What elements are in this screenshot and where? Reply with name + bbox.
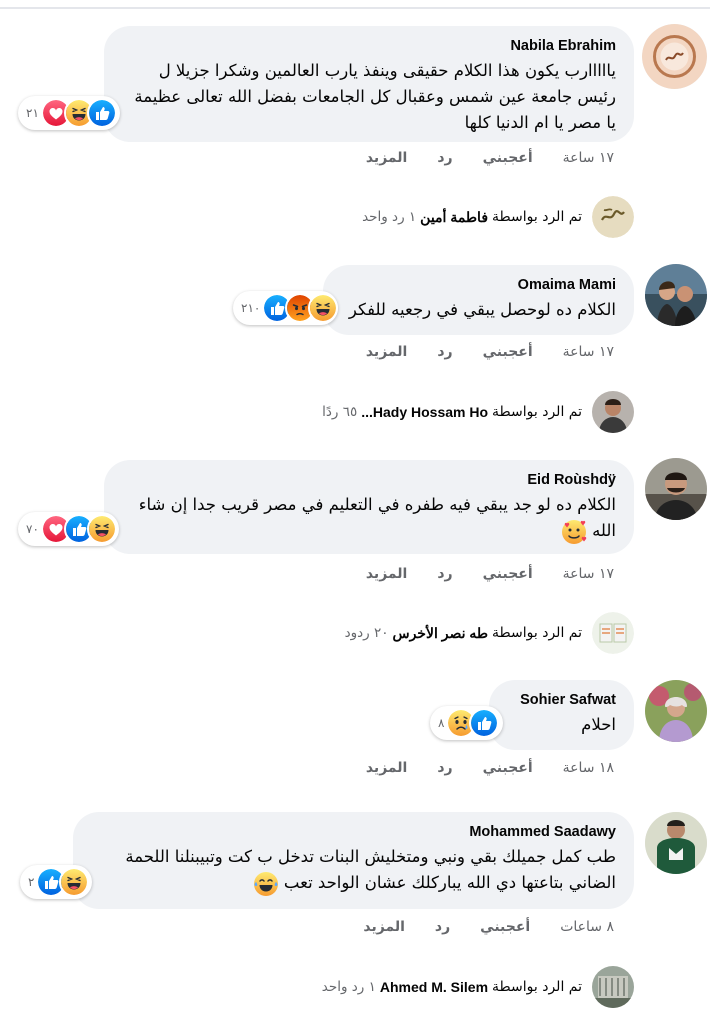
face-with-tears-of-joy-icon	[253, 871, 279, 897]
view-replies[interactable]: تم الرد بواسطة Ahmed M. Silem ١ رد واحد	[322, 966, 634, 1008]
comment-author[interactable]: Omaima Mami	[341, 275, 616, 295]
like-icon	[86, 98, 117, 128]
view-replies[interactable]: تم الرد بواسطة طه نصر الأخرس ٢٠ ردود	[345, 612, 634, 654]
smiling-face-with-hearts-icon	[561, 519, 587, 545]
comment-time[interactable]: ١٧ ساعة	[563, 566, 614, 582]
comment-text: احلام	[507, 712, 616, 738]
reaction-count: ٢١٠	[241, 301, 261, 315]
reply-button[interactable]: رد	[437, 760, 452, 776]
comment-line-with-emoji: الله	[122, 518, 616, 545]
reply-count: ١ رد واحد	[321, 979, 376, 995]
reply-button[interactable]: رد	[437, 566, 452, 582]
replied-by-label: تم الرد بواسطة	[492, 979, 582, 995]
view-replies[interactable]: تم الرد بواسطة فاطمة أمين ١ رد واحد	[362, 196, 634, 238]
haha-icon	[86, 514, 117, 544]
comment-text: يااااارب يكون هذا الكلام حقيقى وينفذ يار…	[122, 58, 616, 136]
avatar[interactable]	[645, 264, 707, 326]
comment-author[interactable]: Eid Roùshdÿ	[122, 470, 616, 490]
comment-bubble: Sohier Safwat احلام	[489, 680, 634, 750]
reply-author: Ahmed M. Silem	[379, 979, 489, 995]
comment-actions: ١٧ ساعة أعجبني رد المزيد	[366, 566, 614, 582]
reply-avatar	[592, 196, 634, 238]
like-button[interactable]: أعجبني	[483, 344, 533, 360]
comment-bubble: Mohammed Saadawy طب كمل جميلك بقي ونبي و…	[73, 812, 634, 909]
comment-line: الكلام ده لوحصل يبقي في رجعيه للفكر	[348, 300, 616, 319]
reply-author: طه نصر الأخرس	[392, 624, 489, 641]
avatar[interactable]	[645, 812, 707, 874]
haha-icon	[59, 867, 90, 897]
comment-line: طب كمل جميلك بقي ونبي ومتخليش البنات تدخ…	[125, 847, 616, 866]
reaction-summary[interactable]: ٢	[20, 865, 92, 899]
like-icon	[469, 708, 500, 738]
reply-author: فاطمة أمين	[420, 208, 489, 225]
haha-icon	[308, 293, 339, 323]
comment-author[interactable]: Nabila Ebrahim	[122, 36, 616, 56]
more-button[interactable]: المزيد	[366, 150, 408, 166]
like-button[interactable]: أعجبني	[483, 566, 533, 582]
comment-line-with-emoji: الضاني بتاعتها دي الله يباركلك عشان الوا…	[91, 870, 616, 897]
comment-time[interactable]: ١٧ ساعة	[563, 344, 614, 360]
reply-button[interactable]: رد	[435, 919, 450, 935]
comment-line: احلام	[581, 715, 616, 734]
comment-bubble: Nabila Ebrahim يااااارب يكون هذا الكلام …	[104, 26, 634, 142]
more-button[interactable]: المزيد	[363, 919, 405, 935]
replied-by-label: تم الرد بواسطة	[492, 625, 582, 641]
comment-text: طب كمل جميلك بقي ونبي ومتخليش البنات تدخ…	[91, 844, 616, 897]
like-button[interactable]: أعجبني	[483, 760, 533, 776]
avatar[interactable]	[645, 680, 707, 742]
comment-actions: ٨ ساعات أعجبني رد المزيد	[363, 919, 614, 935]
reaction-count: ٢١	[26, 106, 39, 120]
comment-line: رئيس جامعة عين شمس وعقبال كل الجامعات بف…	[134, 87, 616, 106]
reply-avatar	[592, 612, 634, 654]
comment-bubble: Omaima Mami الكلام ده لوحصل يبقي في رجعي…	[323, 265, 634, 335]
comment-line: يااااارب يكون هذا الكلام حقيقى وينفذ يار…	[158, 61, 616, 80]
reaction-count: ٢	[28, 875, 35, 889]
more-button[interactable]: المزيد	[366, 566, 408, 582]
reply-count: ٢٠ ردود	[344, 625, 389, 641]
reaction-count: ٨	[438, 716, 445, 730]
reply-count: ١ رد واحد	[362, 209, 417, 225]
replied-by-label: تم الرد بواسطة	[492, 404, 582, 420]
reaction-summary[interactable]: ٧٠	[18, 512, 119, 546]
comment-actions: ١٧ ساعة أعجبني رد المزيد	[366, 344, 614, 360]
more-button[interactable]: المزيد	[366, 760, 408, 776]
comment-author[interactable]: Sohier Safwat	[507, 690, 616, 710]
more-button[interactable]: المزيد	[366, 344, 408, 360]
reply-author: Hady Hossam Ho...	[361, 404, 489, 420]
reaction-summary[interactable]: ٢١	[18, 96, 120, 130]
comment-bubble: Eid Roùshdÿ الكلام ده لو جد يبقي فيه طفر…	[104, 460, 634, 554]
comment-author[interactable]: Mohammed Saadawy	[91, 822, 616, 842]
comment-time[interactable]: ١٧ ساعة	[563, 150, 614, 166]
reply-avatar	[592, 966, 634, 1008]
comment-actions: ١٧ ساعة أعجبني رد المزيد	[366, 150, 614, 166]
reaction-summary[interactable]: ٢١٠	[233, 291, 339, 325]
reply-avatar	[592, 391, 634, 433]
like-button[interactable]: أعجبني	[480, 919, 530, 935]
comment-line: الكلام ده لو جد يبقي فيه طفره في التعليم…	[138, 495, 616, 514]
reply-button[interactable]: رد	[437, 344, 452, 360]
comment-actions: ١٨ ساعة أعجبني رد المزيد	[366, 760, 614, 776]
top-divider	[0, 7, 710, 9]
comment-line: الضاني بتاعتها دي الله يباركلك عشان الوا…	[283, 873, 616, 892]
reaction-count: ٧٠	[26, 522, 39, 536]
comment-text: الكلام ده لو جد يبقي فيه طفره في التعليم…	[122, 492, 616, 545]
comment-text: الكلام ده لوحصل يبقي في رجعيه للفكر	[341, 297, 616, 323]
comment-time[interactable]: ٨ ساعات	[560, 919, 614, 935]
comment-line: الله	[592, 521, 616, 540]
reply-button[interactable]: رد	[437, 150, 452, 166]
reply-count: ٦٥ ردًا	[322, 404, 358, 420]
like-button[interactable]: أعجبني	[483, 150, 533, 166]
reaction-summary[interactable]: ٨	[430, 706, 503, 740]
view-replies[interactable]: تم الرد بواسطة Hady Hossam Ho... ٦٥ ردًا	[322, 391, 634, 433]
comment-time[interactable]: ١٨ ساعة	[563, 760, 614, 776]
avatar[interactable]	[645, 458, 707, 520]
replied-by-label: تم الرد بواسطة	[492, 209, 582, 225]
avatar[interactable]	[642, 24, 707, 89]
comment-line: يا مصر يا ام الدنيا كلها	[464, 113, 616, 132]
